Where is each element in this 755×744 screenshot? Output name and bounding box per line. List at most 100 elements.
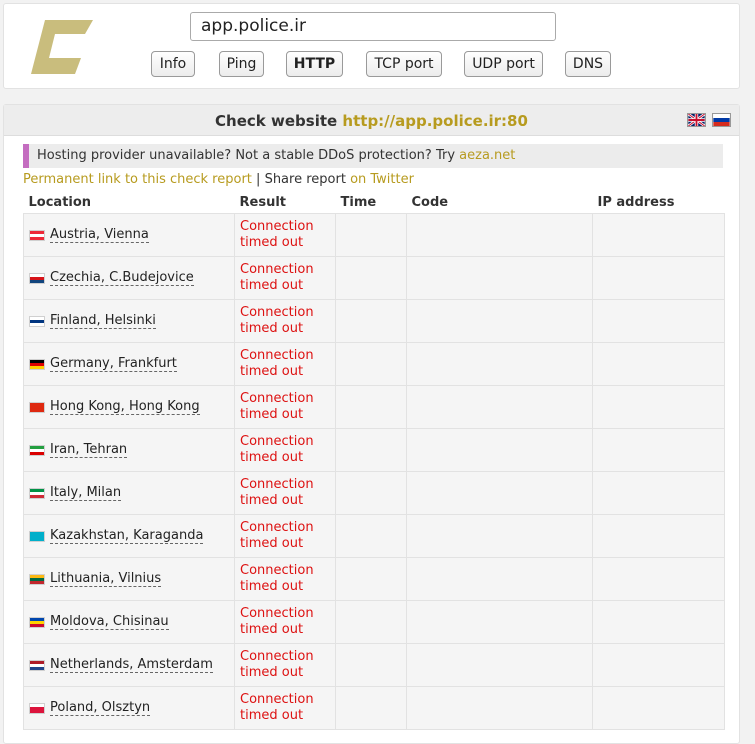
ip-address-cell bbox=[592, 213, 725, 257]
result-status: Connection timed out bbox=[240, 348, 314, 379]
result-status: Connection timed out bbox=[240, 219, 314, 250]
code-cell bbox=[406, 686, 593, 730]
result-cell: Connection timed out bbox=[234, 557, 336, 601]
time-cell bbox=[335, 256, 407, 300]
result-cell: Connection timed out bbox=[234, 686, 336, 730]
ip-address-cell bbox=[592, 299, 725, 343]
time-cell bbox=[335, 385, 407, 429]
location-link[interactable]: Kazakhstan, Karaganda bbox=[50, 528, 204, 544]
location-cell: Kazakhstan, Karaganda bbox=[23, 514, 235, 558]
location-link[interactable]: Czechia, C.Budejovice bbox=[50, 270, 194, 286]
code-cell bbox=[406, 213, 593, 257]
location-link[interactable]: Moldova, Chisinau bbox=[50, 614, 169, 630]
country-flag-icon bbox=[29, 358, 45, 370]
results-panel: Check website http://app.police.ir:80 Ho… bbox=[3, 104, 740, 744]
table-row: Moldova, Chisinau Connection timed out bbox=[23, 600, 725, 644]
code-cell bbox=[406, 256, 593, 300]
table-row: Germany, Frankfurt Connection timed out bbox=[23, 342, 725, 386]
result-cell: Connection timed out bbox=[234, 342, 336, 386]
result-cell: Connection timed out bbox=[234, 514, 336, 558]
location-link[interactable]: Hong Kong, Hong Kong bbox=[50, 399, 200, 415]
result-status: Connection timed out bbox=[240, 391, 314, 422]
location-link[interactable]: Finland, Helsinki bbox=[50, 313, 156, 329]
result-status: Connection timed out bbox=[240, 434, 314, 465]
promo-link[interactable]: aeza.net bbox=[459, 148, 515, 163]
location-cell: Germany, Frankfurt bbox=[23, 342, 235, 386]
location-header: Location bbox=[23, 191, 235, 214]
country-flag-icon bbox=[29, 315, 45, 327]
result-cell: Connection timed out bbox=[234, 299, 336, 343]
time-cell bbox=[335, 557, 407, 601]
location-link[interactable]: Germany, Frankfurt bbox=[50, 356, 177, 372]
ip-address-cell bbox=[592, 600, 725, 644]
separator: | bbox=[256, 172, 261, 187]
location-link[interactable]: Lithuania, Vilnius bbox=[50, 571, 162, 587]
table-row: Czechia, C.Budejovice Connection timed ou… bbox=[23, 256, 725, 300]
result-status: Connection timed out bbox=[240, 305, 314, 336]
ip-address-cell bbox=[592, 342, 725, 386]
twitter-link[interactable]: on Twitter bbox=[350, 172, 414, 187]
location-link[interactable]: Netherlands, Amsterdam bbox=[50, 657, 213, 673]
location-link[interactable]: Austria, Vienna bbox=[50, 227, 149, 243]
english-flag-icon[interactable] bbox=[687, 113, 706, 127]
panel-header: Check website http://app.police.ir:80 bbox=[4, 105, 739, 136]
share-label: Share report bbox=[264, 172, 346, 187]
time-cell bbox=[335, 643, 407, 687]
location-cell: Italy, Milan bbox=[23, 471, 235, 515]
table-header-row: Location Result Time Code IP address bbox=[23, 191, 725, 214]
table-row: Austria, Vienna Connection timed out bbox=[23, 213, 725, 257]
ip-address-cell bbox=[592, 557, 725, 601]
result-cell: Connection timed out bbox=[234, 428, 336, 472]
code-cell bbox=[406, 299, 593, 343]
time-header: Time bbox=[335, 191, 407, 214]
result-cell: Connection timed out bbox=[234, 213, 336, 257]
promo-text: Hosting provider unavailable? Not a stab… bbox=[37, 148, 456, 163]
code-cell bbox=[406, 342, 593, 386]
table-row: Finland, Helsinki Connection timed out bbox=[23, 299, 725, 343]
location-link[interactable]: Iran, Tehran bbox=[50, 442, 128, 458]
hosting-promo: Hosting provider unavailable? Not a stab… bbox=[23, 144, 723, 168]
host-search-input[interactable]: app.police.ir bbox=[190, 12, 556, 41]
results-table: Location Result Time Code IP address Aus… bbox=[23, 191, 725, 730]
country-flag-icon bbox=[29, 229, 45, 241]
result-status: Connection timed out bbox=[240, 477, 314, 508]
country-flag-icon bbox=[29, 573, 45, 585]
russian-flag-icon[interactable] bbox=[712, 113, 731, 127]
table-row: Lithuania, Vilnius Connection timed out bbox=[23, 557, 725, 601]
location-link[interactable]: Italy, Milan bbox=[50, 485, 122, 501]
result-cell: Connection timed out bbox=[234, 256, 336, 300]
time-cell bbox=[335, 213, 407, 257]
dns-button[interactable]: DNS bbox=[565, 51, 611, 77]
table-row: Netherlands, Amsterdam Connection timed o… bbox=[23, 643, 725, 687]
code-cell bbox=[406, 428, 593, 472]
permanent-link[interactable]: Permanent link to this check report bbox=[23, 172, 252, 187]
country-flag-icon bbox=[29, 616, 45, 628]
result-status: Connection timed out bbox=[240, 692, 314, 723]
country-flag-icon bbox=[29, 272, 45, 284]
http-button[interactable]: HTTP bbox=[286, 51, 343, 77]
country-flag-icon bbox=[29, 530, 45, 542]
table-row: Poland, Olsztyn Connection timed out bbox=[23, 686, 725, 730]
location-link[interactable]: Poland, Olsztyn bbox=[50, 700, 151, 716]
result-status: Connection timed out bbox=[240, 262, 314, 293]
info-button[interactable]: Info bbox=[151, 51, 195, 77]
ip-address-cell bbox=[592, 428, 725, 472]
result-status: Connection timed out bbox=[240, 606, 314, 637]
time-cell bbox=[335, 600, 407, 644]
ip-address-cell bbox=[592, 686, 725, 730]
tcp-port-button[interactable]: TCP port bbox=[366, 51, 442, 77]
code-header: Code bbox=[406, 191, 593, 214]
country-flag-icon bbox=[29, 702, 45, 714]
result-cell: Connection timed out bbox=[234, 600, 336, 644]
udp-port-button[interactable]: UDP port bbox=[464, 51, 543, 77]
location-cell: Czechia, C.Budejovice bbox=[23, 256, 235, 300]
code-cell bbox=[406, 600, 593, 644]
location-cell: Iran, Tehran bbox=[23, 428, 235, 472]
table-row: Hong Kong, Hong Kong Connection timed out bbox=[23, 385, 725, 429]
code-cell bbox=[406, 471, 593, 515]
ping-button[interactable]: Ping bbox=[219, 51, 264, 77]
table-row: Iran, Tehran Connection timed out bbox=[23, 428, 725, 472]
ip-address-cell bbox=[592, 643, 725, 687]
ip-address-cell bbox=[592, 256, 725, 300]
page-title: Check website http://app.police.ir:80 bbox=[4, 112, 739, 130]
